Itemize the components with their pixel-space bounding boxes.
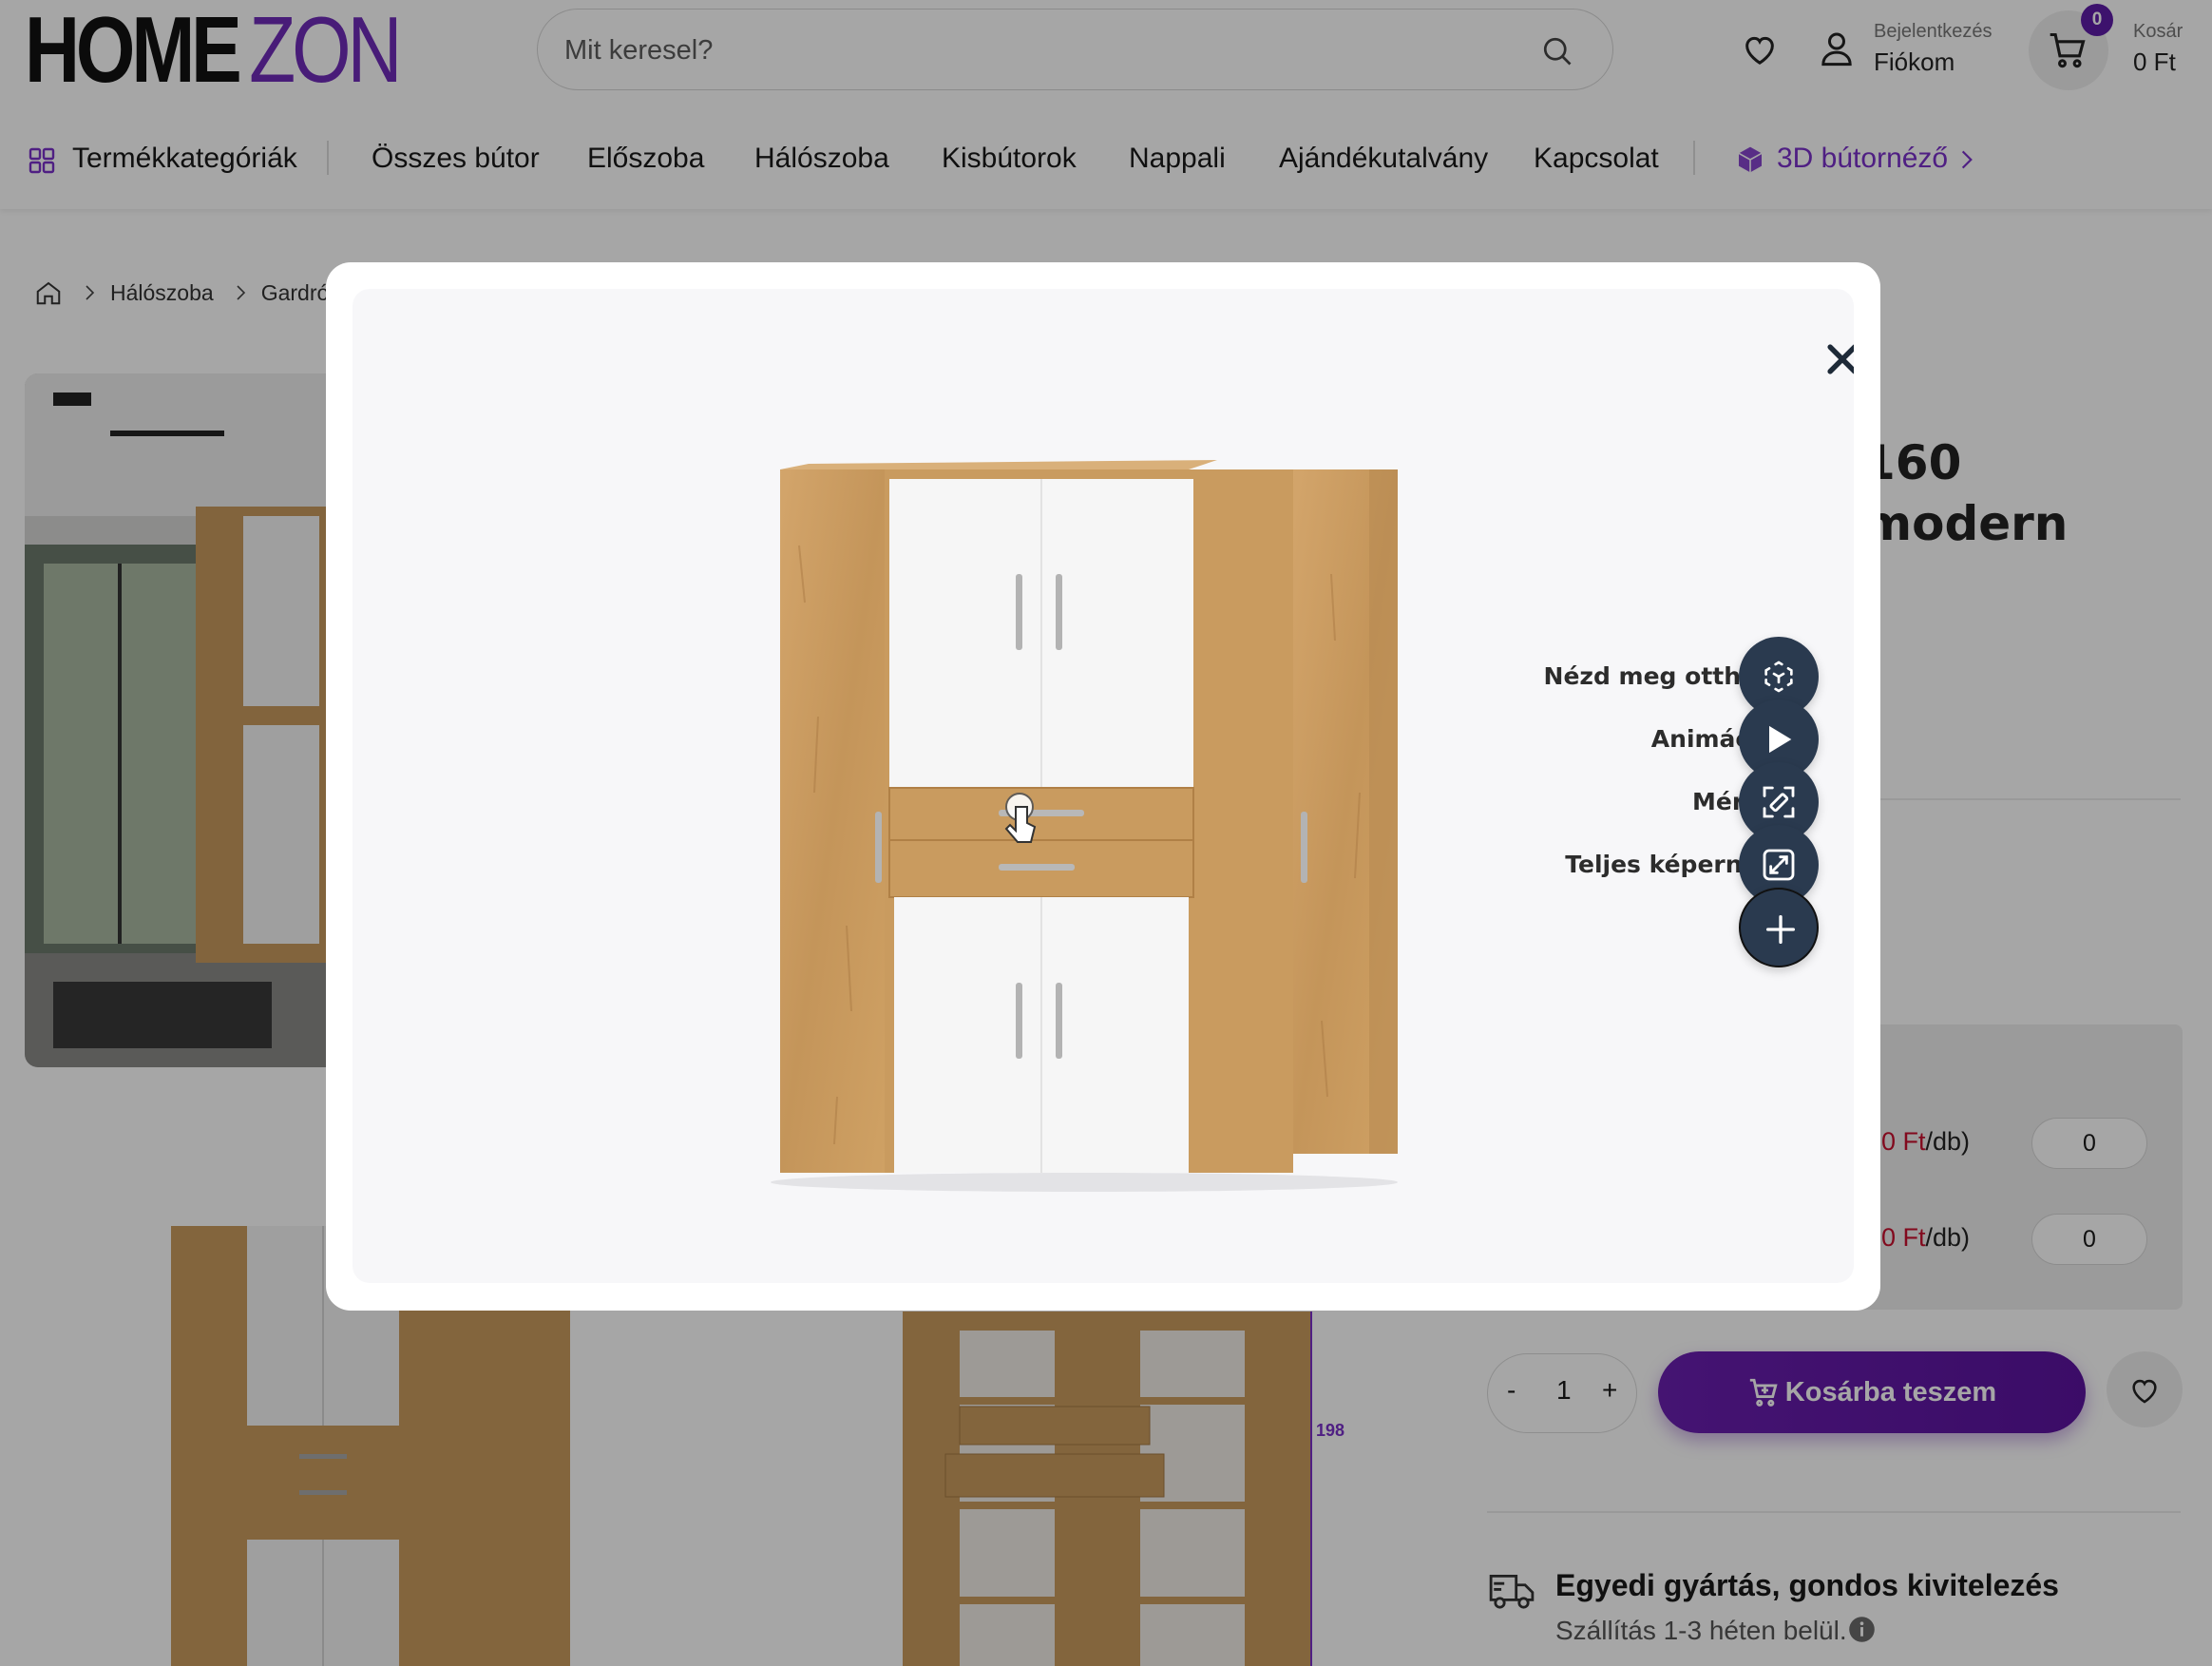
ruler-icon	[1763, 786, 1795, 818]
close-icon[interactable]	[1821, 338, 1854, 380]
ar-cube-icon	[1764, 661, 1793, 693]
expand-actions-button[interactable]	[1739, 888, 1819, 967]
play-icon	[1769, 725, 1792, 754]
3d-viewer-modal: Nézd meg otthon Animáció Mérés Teljes ké…	[326, 262, 1880, 1311]
plus-icon	[1766, 915, 1795, 944]
fullscreen-icon	[1763, 849, 1795, 881]
3d-viewer-canvas[interactable]: Nézd meg otthon Animáció Mérés Teljes ké…	[353, 289, 1854, 1283]
wardrobe-3d-model[interactable]	[761, 431, 1407, 1192]
